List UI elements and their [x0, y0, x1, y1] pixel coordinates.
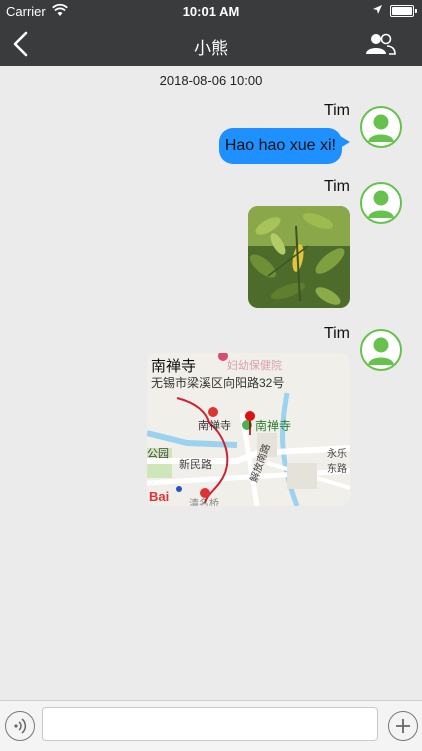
message-timestamp: 2018-08-06 10:00: [159, 73, 263, 88]
map-label-bridge: 清名桥: [189, 499, 219, 506]
user-silhouette-icon: [368, 190, 394, 218]
message-input[interactable]: [42, 707, 378, 741]
map-label-park: 公园: [147, 448, 169, 460]
status-bar: Carrier 10:01 AM: [0, 0, 422, 22]
user-silhouette-icon: [368, 114, 394, 142]
plus-button[interactable]: [388, 711, 418, 741]
user-silhouette-icon: [368, 337, 394, 365]
clock: 10:01 AM: [182, 4, 240, 19]
voice-icon: [14, 718, 27, 734]
sender-name: Tim: [323, 102, 350, 119]
chat-title: 小熊: [194, 39, 228, 58]
map-label-road: 永乐东路: [327, 449, 347, 475]
map-label-poi: 南禅寺: [255, 419, 292, 433]
map-label-road: 新民路: [179, 459, 212, 471]
sender-name: Tim: [323, 178, 350, 195]
location-message[interactable]: 南禅寺 无锡市梁溪区向阳路32号 妇幼保健院 南禅寺 南禅寺 新民路 解放南路 …: [147, 353, 350, 506]
avatar[interactable]: [360, 106, 402, 148]
map-label-hospital: 妇幼保健院: [227, 360, 282, 372]
contacts-icon[interactable]: [364, 32, 396, 56]
avatar[interactable]: [360, 329, 402, 371]
message-text: Hao hao xue xi!: [224, 137, 336, 154]
leaves-photo: [248, 206, 350, 308]
image-message[interactable]: [248, 206, 350, 308]
battery-icon: [390, 5, 417, 17]
plus-icon: [396, 719, 410, 733]
voice-button[interactable]: [5, 711, 35, 741]
nav-bar: 小熊: [0, 22, 422, 66]
map-label-metro: 南禅寺: [198, 420, 231, 432]
map-logo: Bai: [149, 489, 170, 504]
input-bar: [0, 700, 422, 751]
sender-name: Tim: [323, 325, 350, 342]
location-address: 无锡市梁溪区向阳路32号: [151, 376, 285, 390]
location-arrow-icon: [373, 5, 382, 14]
avatar[interactable]: [360, 182, 402, 224]
location-name: 南禅寺: [151, 358, 197, 375]
text-message-bubble[interactable]: Hao hao xue xi!: [218, 128, 351, 164]
